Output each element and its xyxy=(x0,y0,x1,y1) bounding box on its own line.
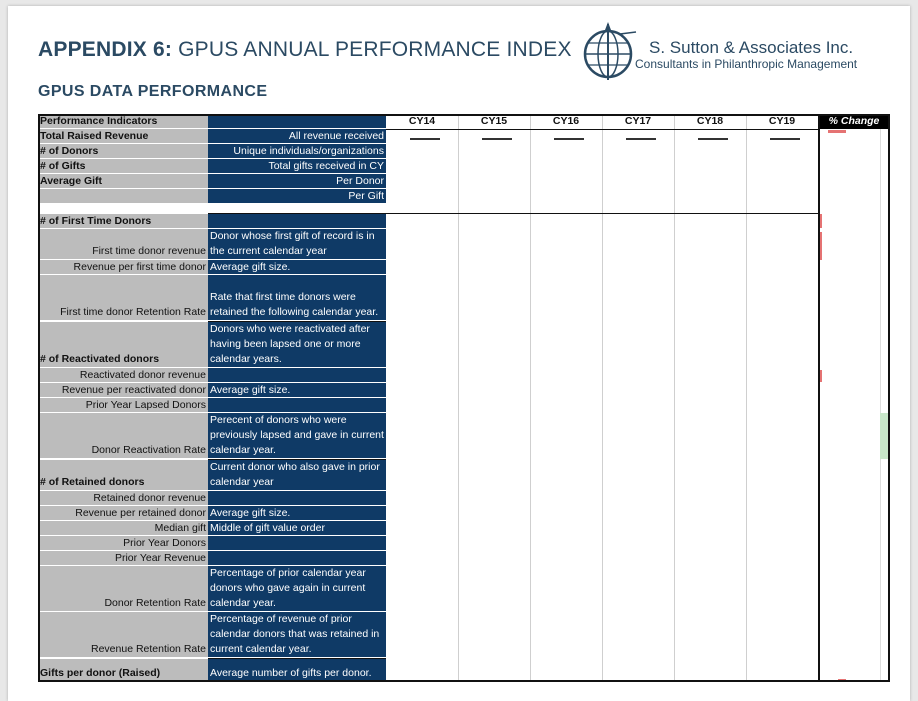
globe-compass-icon xyxy=(583,22,637,80)
performance-table: Performance Indicators CY14 CY15 CY16 CY… xyxy=(38,114,890,682)
title-rest: GPUS ANNUAL PERFORMANCE INDEX xyxy=(172,38,572,61)
section-subtitle: GPUS DATA PERFORMANCE xyxy=(38,83,268,100)
page-title: APPENDIX 6: GPUS ANNUAL PERFORMANCE INDE… xyxy=(38,38,572,62)
brand-tagline: Consultants in Philanthropic Management xyxy=(635,57,858,71)
title-bold: APPENDIX 6: xyxy=(38,38,173,61)
brand-name: S. Sutton & Associates Inc. xyxy=(649,38,854,57)
report-page: APPENDIX 6: GPUS ANNUAL PERFORMANCE INDE… xyxy=(8,6,910,701)
table-frame xyxy=(38,114,890,682)
